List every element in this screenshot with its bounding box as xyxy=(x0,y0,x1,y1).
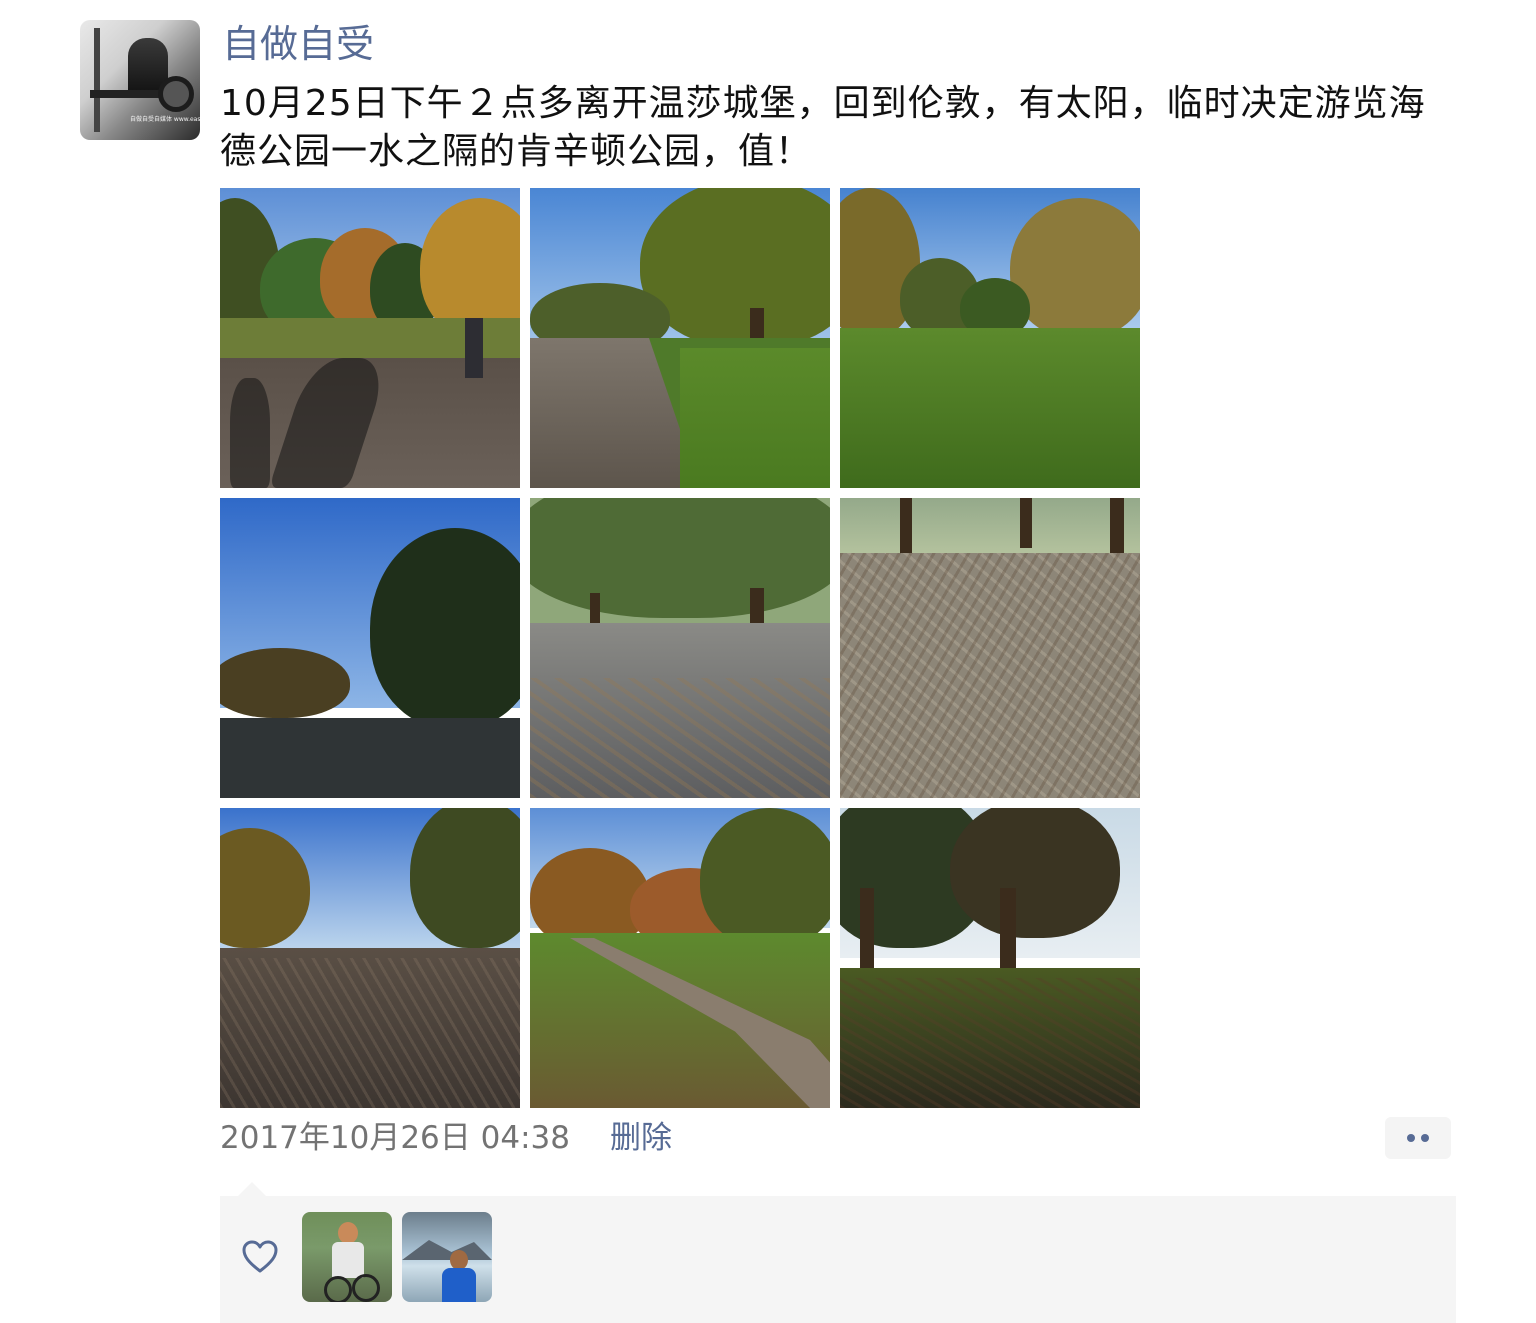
photo-2[interactable] xyxy=(530,188,830,488)
avatar-decor xyxy=(94,28,100,132)
avatar-decor xyxy=(158,76,194,112)
liker-avatar[interactable] xyxy=(402,1212,492,1302)
likes-pointer xyxy=(238,1182,266,1196)
liker-avatar[interactable] xyxy=(302,1212,392,1302)
photo-4[interactable] xyxy=(220,498,520,798)
moments-post: 自做自受自媒体 www.easybright.com 自做自受 10月25日下午… xyxy=(0,0,1536,1323)
photo-3[interactable] xyxy=(840,188,1140,488)
avatar-caption: 自做自受自媒体 www.easybright.com xyxy=(130,116,200,123)
post-text: 10月25日下午２点多离开温莎城堡，回到伦敦，有太阳，临时决定游览海德公园一水之… xyxy=(220,83,1426,172)
avatar[interactable]: 自做自受自媒体 www.easybright.com xyxy=(80,20,200,140)
photo-9[interactable] xyxy=(840,808,1140,1108)
post-timestamp: 2017年10月26日 04:38 xyxy=(220,1120,570,1156)
more-dots-icon xyxy=(1407,1134,1415,1142)
photo-8[interactable] xyxy=(530,808,830,1108)
more-button[interactable] xyxy=(1385,1117,1451,1159)
username[interactable]: 自做自受 xyxy=(222,20,374,68)
more-dots-icon xyxy=(1421,1134,1429,1142)
heart-icon xyxy=(242,1240,278,1273)
photo-6[interactable] xyxy=(840,498,1140,798)
photo-5[interactable] xyxy=(530,498,830,798)
photo-7[interactable] xyxy=(220,808,520,1108)
photo-grid xyxy=(220,188,1140,1108)
photo-1[interactable] xyxy=(220,188,520,488)
delete-button[interactable]: 删除 xyxy=(610,1118,672,1158)
